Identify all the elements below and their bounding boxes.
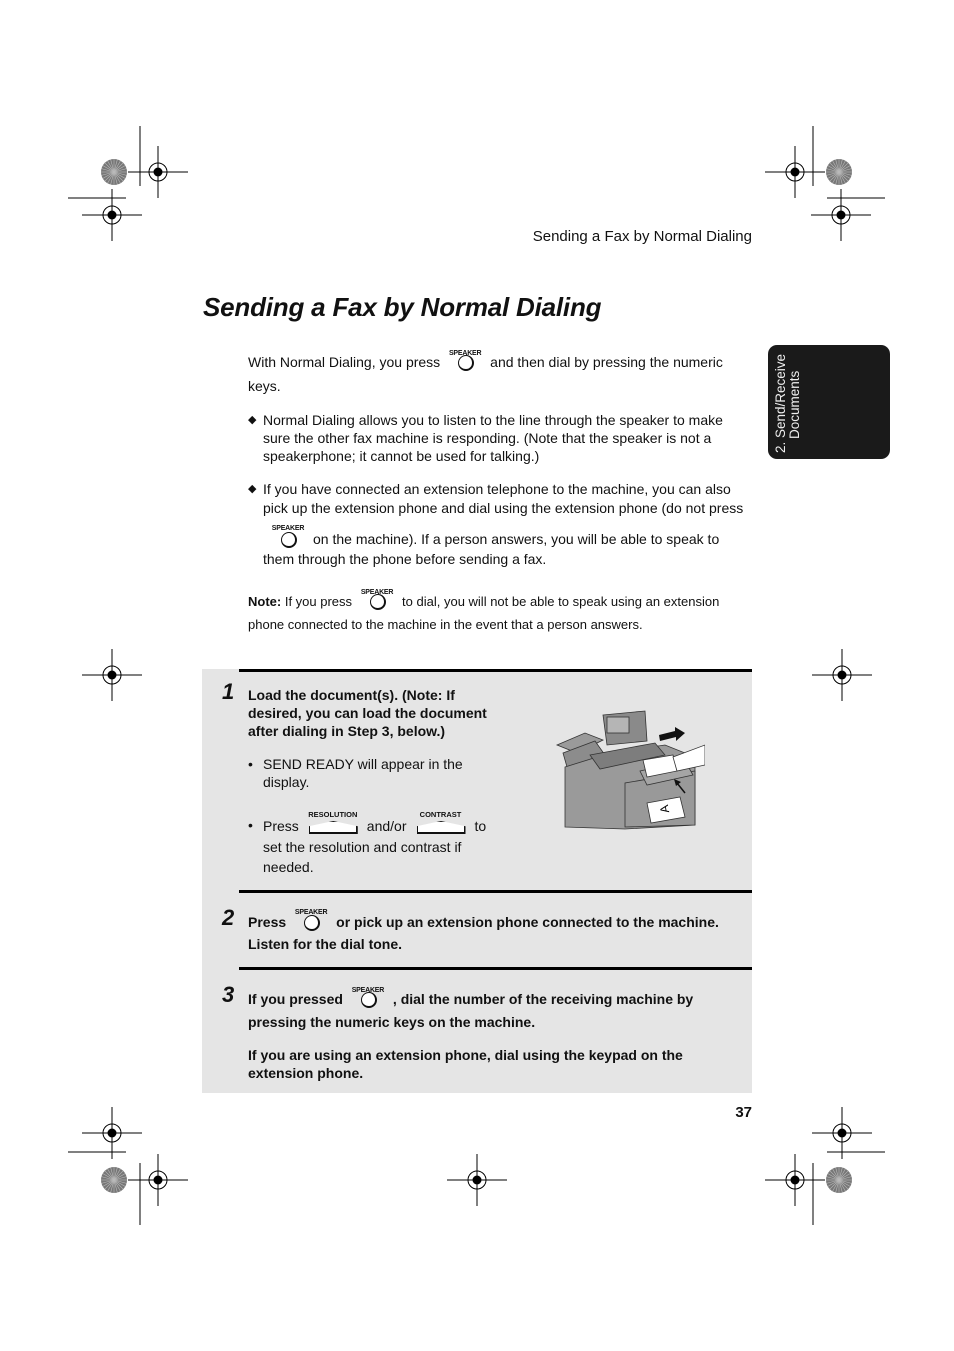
note-paragraph: Note: If you press SPEAKER to dial, you wi… <box>248 589 748 636</box>
step-text-before: If you pressed <box>248 991 343 1007</box>
sub-bullet-text: Press RESOLUTION and/or CONTRAST to set the … <box>263 810 508 877</box>
diamond-bullet-icon: ◆ <box>248 483 257 495</box>
step-number: 3 <box>222 982 235 1007</box>
speaker-key-icon: SPEAKER <box>351 987 385 1010</box>
speaker-key-icon: SPEAKER <box>448 350 482 373</box>
speaker-button-circle <box>304 915 321 931</box>
sub-text-middle: and/or <box>366 818 407 834</box>
hand <box>672 744 705 772</box>
color-rosette-icon <box>826 1167 852 1193</box>
step-number: 2 <box>222 905 235 930</box>
page-number: 37 <box>735 1104 752 1121</box>
bullet-text-after: on the machine). If a person answers, yo… <box>263 531 720 567</box>
bullet-dot-icon: • <box>248 817 253 833</box>
step-text: Press SPEAKER or pick up an extension phon… <box>248 909 748 955</box>
diamond-bullet-icon: ◆ <box>248 414 257 426</box>
step-divider <box>239 669 752 672</box>
step-number: 1 <box>222 679 235 704</box>
sub-bullet-text: SEND READY will appear in the display. <box>263 756 463 790</box>
chapter-tab-line2: Documents <box>787 370 802 439</box>
step-divider <box>239 967 752 970</box>
step-text: Load the document(s). (Note: If desired,… <box>248 687 487 739</box>
step-extra-text: If you are using an extension phone, dia… <box>248 1047 683 1081</box>
speaker-button-circle <box>458 355 475 371</box>
bullet-text: If you have connected an extension telep… <box>263 480 748 569</box>
bullet-dot-icon: • <box>248 756 253 772</box>
contrast-key-icon: CONTRAST <box>415 810 467 837</box>
running-head: Sending a Fax by Normal Dialing <box>532 228 752 245</box>
color-rosette-icon <box>101 1167 127 1193</box>
note-text-before: If you press <box>284 594 353 609</box>
bullet-text-before: If you have connected an extension telep… <box>263 481 744 516</box>
note-label: Note: <box>248 594 282 609</box>
speaker-key-icon: SPEAKER <box>294 909 328 933</box>
speaker-button-circle <box>360 992 377 1008</box>
fax-machine-illustration: A <box>555 710 705 830</box>
intro-text-before: With Normal Dialing, you press <box>248 354 441 370</box>
step-sub-bullet: • Press RESOLUTION and/or CONTRAST to set th… <box>248 810 508 877</box>
bullet-item: ◆ Normal Dialing allows you to listen to… <box>248 411 748 465</box>
chapter-tab-label: 2. Send/Receive Documents <box>773 343 802 453</box>
speaker-key-icon: SPEAKER <box>271 525 305 550</box>
bullet-item: ◆ If you have connected an extension tel… <box>248 480 748 569</box>
step-text: If you pressed SPEAKER, dial the number o… <box>248 987 748 1034</box>
color-rosette-icon <box>101 159 127 185</box>
speaker-key-icon: SPEAKER <box>360 589 394 612</box>
speaker-button-circle <box>370 594 387 610</box>
sub-text-before: Press <box>263 818 299 834</box>
chapter-tab-line1: 2. Send/Receive <box>773 353 788 453</box>
arrow-left-icon <box>659 727 685 741</box>
color-rosette-icon <box>826 159 852 185</box>
resolution-key-icon: RESOLUTION <box>307 810 359 837</box>
chapter-tab: 2. Send/Receive Documents <box>768 345 890 459</box>
step-sub-bullet: • SEND READY will appear in the display. <box>248 755 508 791</box>
bullet-text: Normal Dialing allows you to listen to t… <box>263 412 723 464</box>
step-text-before: Press <box>248 914 287 930</box>
page-title: Sending a Fax by Normal Dialing <box>203 292 602 322</box>
step-divider <box>239 890 752 893</box>
intro-paragraph: With Normal Dialing, you press SPEAKER and… <box>248 350 748 398</box>
speaker-button-circle <box>281 532 297 548</box>
